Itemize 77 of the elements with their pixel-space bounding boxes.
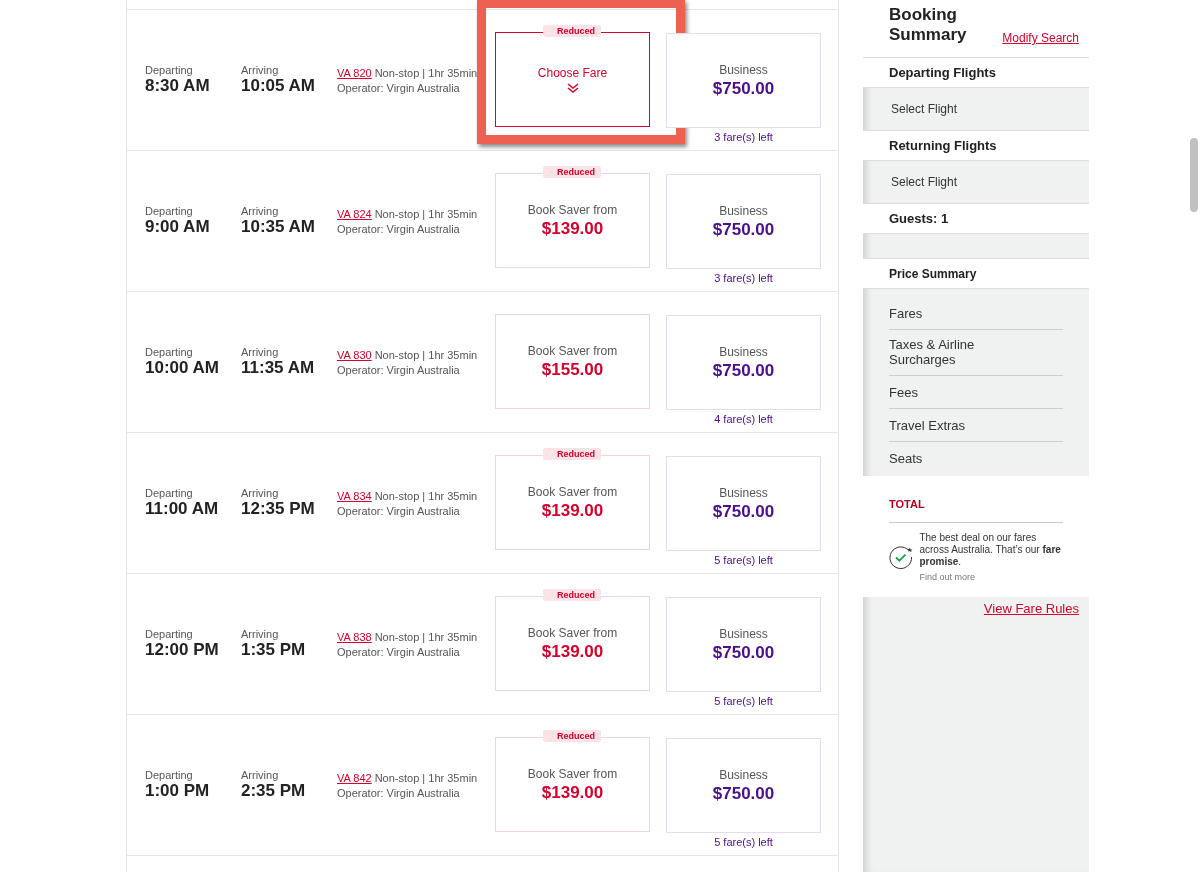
section-heading: Returning Flights bbox=[863, 131, 1089, 161]
price-summary-heading: Price Summary bbox=[863, 259, 1089, 289]
modify-search-link[interactable]: Modify Search bbox=[1002, 31, 1079, 45]
reduced-tag: Reduced bbox=[543, 166, 601, 178]
departing-label: Departing bbox=[145, 346, 194, 358]
arriving-label: Arriving bbox=[241, 769, 280, 781]
view-fare-rules-link[interactable]: View Fare Rules bbox=[983, 601, 1079, 616]
operator-text: Operator: Virgin Australia bbox=[337, 786, 461, 799]
total-label: TOTAL bbox=[889, 498, 925, 510]
flight-number-link[interactable]: VA 820 bbox=[337, 66, 372, 79]
fares-left-text: 3 fare(s) left bbox=[714, 272, 773, 284]
departing-time: 12:00 PM bbox=[145, 640, 220, 660]
business-fare-option[interactable]: Business $750.00 bbox=[666, 315, 821, 410]
departing-time: 9:00 AM bbox=[145, 217, 211, 237]
arriving-label: Arriving bbox=[241, 487, 280, 499]
fares-left-text: 5 fare(s) left bbox=[714, 836, 773, 848]
operator-text: Operator: Virgin Australia bbox=[337, 222, 461, 235]
chevron-down-icon bbox=[566, 83, 579, 93]
arriving-time: 2:35 PM bbox=[241, 781, 307, 801]
flight-number-link[interactable]: VA 834 bbox=[337, 489, 372, 502]
reduced-tag: Reduced bbox=[543, 448, 601, 460]
departing-time: 11:00 AM bbox=[145, 499, 220, 519]
price-item-label: Taxes & Airline Surcharges bbox=[889, 337, 976, 367]
saver-fare-option[interactable]: Book Saver from $155.00 bbox=[495, 314, 650, 409]
business-fare-option[interactable]: Business $750.00 bbox=[666, 738, 821, 833]
business-fare-option[interactable]: Business $750.00 bbox=[666, 33, 821, 128]
departing-label: Departing bbox=[145, 628, 194, 640]
flight-number-link[interactable]: VA 830 bbox=[337, 348, 372, 361]
arriving-time: 1:35 PM bbox=[241, 640, 307, 660]
fares-left-text: 5 fare(s) left bbox=[714, 695, 773, 707]
fares-left-text: 4 fare(s) left bbox=[714, 413, 773, 425]
departing-time: 1:00 PM bbox=[145, 781, 211, 801]
price-item-label: Travel Extras bbox=[889, 418, 966, 433]
arriving-time: 10:05 AM bbox=[241, 76, 316, 96]
business-fare-option[interactable]: Business $750.00 bbox=[666, 174, 821, 269]
flight-details: Non-stop | 1hr 35min bbox=[374, 630, 478, 643]
flight-details: Non-stop | 1hr 35min bbox=[374, 207, 478, 220]
fares-left-text: 5 fare(s) left bbox=[714, 554, 773, 566]
operator-text: Operator: Virgin Australia bbox=[337, 504, 461, 517]
business-fare-option[interactable]: Business $750.00 bbox=[666, 456, 821, 551]
departing-time: 10:00 AM bbox=[145, 358, 220, 378]
arriving-time: 12:35 PM bbox=[241, 499, 316, 519]
arriving-time: 11:35 AM bbox=[241, 358, 316, 378]
operator-text: Operator: Virgin Australia bbox=[337, 645, 461, 658]
section-heading: Departing Flights bbox=[863, 58, 1089, 88]
flight-number-link[interactable]: VA 824 bbox=[337, 207, 372, 220]
arriving-label: Arriving bbox=[241, 628, 280, 640]
price-item-label: Fares bbox=[889, 306, 923, 321]
guests-heading: Guests: 1 bbox=[863, 204, 1089, 234]
flight-number-link[interactable]: VA 838 bbox=[337, 630, 372, 643]
arriving-label: Arriving bbox=[241, 64, 280, 76]
reduced-tag: Reduced bbox=[543, 589, 601, 601]
arriving-label: Arriving bbox=[241, 205, 280, 217]
scrollbar-thumb[interactable] bbox=[1190, 138, 1198, 212]
departing-label: Departing bbox=[145, 487, 194, 499]
booking-summary-title: Booking Summary bbox=[889, 5, 968, 45]
flight-details: Non-stop | 1hr 35min bbox=[374, 771, 478, 784]
flight-details: Non-stop | 1hr 35min bbox=[374, 348, 478, 361]
departing-label: Departing bbox=[145, 205, 194, 217]
reduced-tag: Reduced bbox=[543, 730, 601, 742]
business-fare-option[interactable]: Business $750.00 bbox=[666, 597, 821, 692]
flight-details: Non-stop | 1hr 35min bbox=[374, 489, 478, 502]
arriving-label: Arriving bbox=[241, 346, 280, 358]
arriving-time: 10:35 AM bbox=[241, 217, 316, 237]
find-out-more-link[interactable]: Find out more bbox=[919, 570, 1063, 583]
departing-time: 8:30 AM bbox=[145, 76, 211, 96]
price-item-label: Seats bbox=[889, 451, 923, 466]
flight-details: Non-stop | 1hr 35min bbox=[374, 66, 478, 79]
departing-label: Departing bbox=[145, 64, 194, 76]
reduced-tag: Reduced bbox=[543, 25, 601, 37]
flight-number-link[interactable]: VA 842 bbox=[337, 771, 372, 784]
departing-label: Departing bbox=[145, 769, 194, 781]
price-item-label: Fees bbox=[889, 385, 918, 400]
operator-text: Operator: Virgin Australia bbox=[337, 81, 461, 94]
fares-left-text: 3 fare(s) left bbox=[714, 131, 773, 143]
fare-promise-text: The best deal on our fares across Australia. That’s our fare promise. bbox=[919, 531, 1062, 568]
operator-text: Operator: Virgin Australia bbox=[337, 363, 461, 376]
